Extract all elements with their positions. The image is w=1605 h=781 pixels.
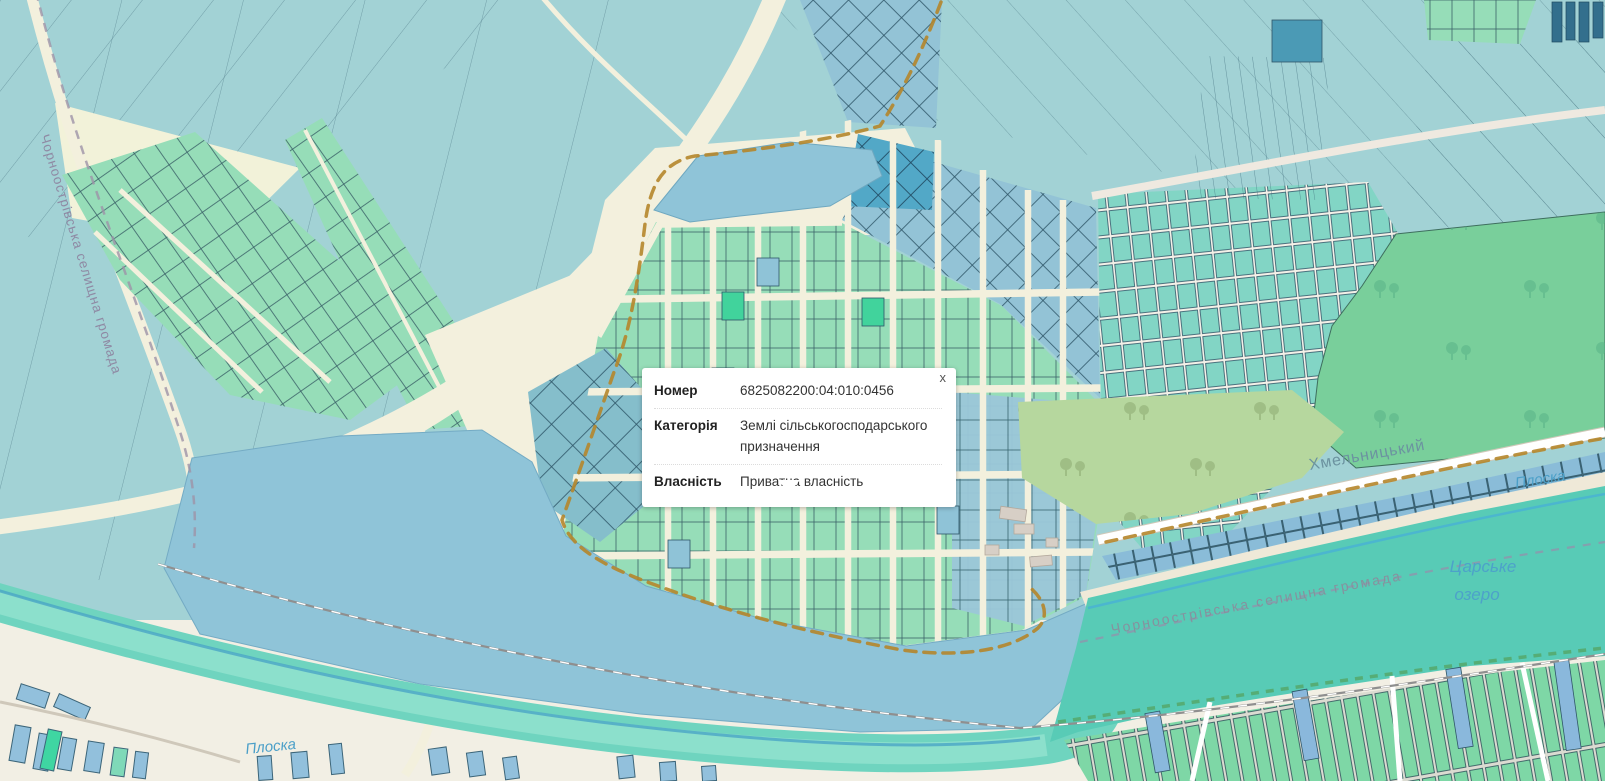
popup-pointer-arrow bbox=[778, 480, 800, 493]
popup-value-category: Землі сільськогосподарського призначення bbox=[740, 416, 942, 458]
popup-label-category: Категорія bbox=[654, 416, 730, 458]
label-lake-tsarske-line1: Царське bbox=[1450, 557, 1517, 576]
label-lake-tsarske-line2: озеро bbox=[1454, 585, 1499, 604]
popup-row-category: Категорія Землі сільськогосподарського п… bbox=[654, 409, 942, 465]
popup-row-number: Номер 6825082200:04:010:0456 bbox=[654, 374, 942, 409]
parcels-green-tr[interactable] bbox=[1424, 0, 1536, 44]
parcel-darkteal-tr[interactable] bbox=[1272, 20, 1322, 62]
popup-value-ownership: Приватна власність bbox=[740, 472, 942, 493]
popup-label-ownership: Власність bbox=[654, 472, 730, 493]
map-application: Чорноострівська селищна громада Чорноост… bbox=[0, 0, 1605, 781]
popup-label-number: Номер bbox=[654, 381, 730, 402]
close-icon[interactable]: x bbox=[940, 371, 947, 385]
popup-value-number: 6825082200:04:010:0456 bbox=[740, 381, 942, 402]
parcels-tight-strips-tr[interactable] bbox=[1192, 56, 1330, 200]
